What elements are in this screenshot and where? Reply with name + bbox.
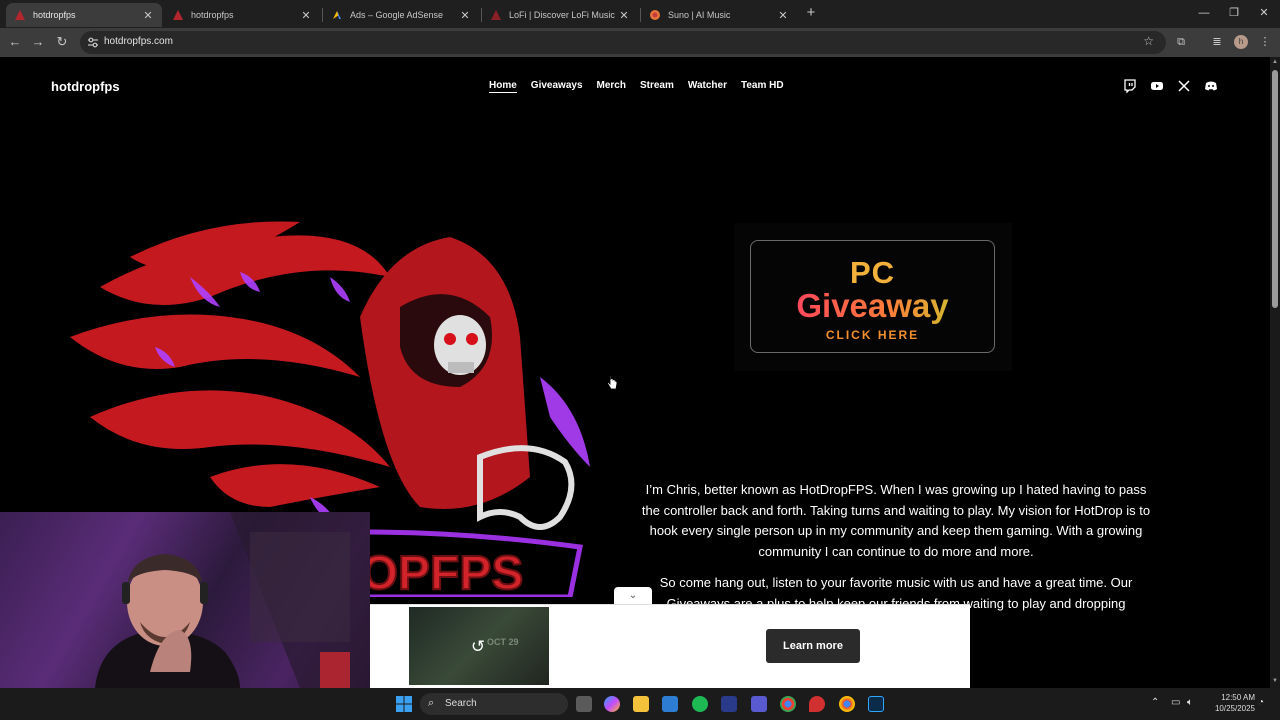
youtube-icon[interactable]: [1150, 79, 1164, 93]
scroll-up-icon[interactable]: ▲: [1271, 59, 1279, 65]
promo-click-here: CLICK HERE: [825, 328, 920, 342]
task-view-icon[interactable]: [576, 696, 592, 712]
promo-line-1: PC: [849, 255, 896, 290]
tab-suno[interactable]: Suno | AI Music ✕: [641, 3, 797, 27]
tab-lofi[interactable]: LoFi | Discover LoFi Music Now ✕: [482, 3, 638, 27]
photoshop-icon[interactable]: [868, 696, 884, 712]
tab-hotdropfps[interactable]: hotdropfps ✕: [164, 3, 320, 27]
network-icon[interactable]: ▭: [1171, 697, 1180, 708]
close-tab-icon[interactable]: ✕: [459, 9, 471, 22]
nav-merch[interactable]: Merch: [597, 80, 626, 93]
nav-home[interactable]: Home: [489, 80, 517, 93]
new-tab-button[interactable]: +: [803, 5, 819, 21]
search-icon: ⌕: [428, 697, 435, 709]
app-diamond-icon[interactable]: [751, 696, 767, 712]
adsense-icon: [333, 11, 341, 19]
browser-toolbar: ← → ↻ hotdropfps.com ☆ ⧉ ≣ ⋮: [0, 28, 1280, 57]
chrome-icon[interactable]: [780, 696, 796, 712]
bookmark-star-icon[interactable]: ☆: [1143, 34, 1154, 48]
ad-collapse-chevron-icon[interactable]: ⌄: [614, 587, 652, 604]
close-window-button[interactable]: ✕: [1253, 4, 1275, 22]
pc-giveaway-banner[interactable]: PC Giveaway CLICK HERE: [750, 240, 995, 353]
back-button[interactable]: ←: [7, 34, 23, 50]
promo-line-2: Giveaway: [751, 287, 994, 325]
close-tab-icon[interactable]: ✕: [777, 9, 789, 22]
nav-giveaways[interactable]: Giveaways: [531, 80, 583, 93]
taskbar-search-label: Search: [445, 698, 477, 709]
taskbar-search[interactable]: ⌕ Search: [420, 693, 568, 715]
ad-banner: ↺ OCT 29 Learn more: [370, 604, 970, 688]
close-tab-icon[interactable]: ✕: [618, 9, 630, 22]
cast-icon[interactable]: ⧉: [1174, 35, 1188, 49]
x-icon[interactable]: [1177, 79, 1191, 93]
replay-icon[interactable]: ↺: [467, 636, 489, 658]
profile-avatar[interactable]: h: [1234, 35, 1248, 49]
tab-title: Ads – Google AdSense: [350, 10, 444, 20]
minimize-button[interactable]: —: [1193, 4, 1215, 22]
tab-adsense[interactable]: Ads – Google AdSense ✕: [323, 3, 479, 27]
forward-button[interactable]: →: [30, 34, 46, 50]
url-text: hotdropfps.com: [104, 36, 173, 47]
maps-pin-icon[interactable]: [809, 696, 825, 712]
restore-button[interactable]: ❐: [1223, 4, 1245, 22]
tab-title: Suno | AI Music: [668, 10, 731, 20]
streamer-video: [95, 512, 370, 688]
tab-title: hotdropfps: [191, 10, 234, 20]
volume-icon[interactable]: 🔈︎: [1187, 697, 1193, 708]
discord-icon[interactable]: [1204, 79, 1218, 93]
address-bar[interactable]: hotdropfps.com ☆: [80, 31, 1166, 54]
page-scrollbar[interactable]: ▲ ▼: [1270, 57, 1280, 688]
lofi-icon: [491, 10, 501, 20]
hand-cursor-icon: [607, 375, 618, 390]
ad-thumb-text: OCT 29: [487, 637, 519, 647]
ad-learn-more-button[interactable]: Learn more: [766, 629, 860, 663]
hotdropfps-icon: [173, 10, 183, 20]
tab-hotdropfps-active[interactable]: hotdropfps ✕: [6, 3, 162, 27]
nav-team-hd[interactable]: Team HD: [741, 80, 784, 93]
ad-video-thumbnail[interactable]: ↺ OCT 29: [409, 607, 549, 685]
twitch-icon[interactable]: [1123, 79, 1137, 93]
tab-strip: hotdropfps ✕ hotdropfps ✕ Ads – Google A…: [0, 0, 1280, 28]
suno-icon: [650, 10, 660, 20]
nav-watcher[interactable]: Watcher: [688, 80, 727, 93]
notification-bell-icon[interactable]: ◔: [1258, 697, 1264, 708]
close-tab-icon[interactable]: ✕: [300, 9, 312, 22]
file-explorer-icon[interactable]: [633, 696, 649, 712]
media-controls-icon[interactable]: ≣: [1210, 35, 1224, 49]
site-settings-icon[interactable]: [87, 37, 99, 48]
windows-start-icon[interactable]: [396, 696, 412, 712]
notepad-icon[interactable]: [662, 696, 678, 712]
reload-button[interactable]: ↻: [54, 34, 70, 50]
tab-title: LoFi | Discover LoFi Music Now: [509, 10, 618, 20]
site-brand[interactable]: hotdropfps: [51, 79, 120, 94]
scroll-down-icon[interactable]: ▼: [1271, 678, 1279, 684]
chrome-profile-icon[interactable]: [839, 696, 855, 712]
nav-stream[interactable]: Stream: [640, 80, 674, 93]
copilot-icon[interactable]: [604, 696, 620, 712]
webcam-overlay: [0, 512, 370, 688]
about-paragraph-1: I’m Chris, better known as HotDropFPS. W…: [641, 482, 1151, 559]
menu-icon[interactable]: ⋮: [1258, 35, 1272, 49]
hotdropfps-icon: [15, 10, 25, 20]
hudfx-icon[interactable]: [721, 696, 737, 712]
clock-date: 10/25/2025: [1214, 704, 1255, 713]
main-nav: Home Giveaways Merch Stream Watcher Team…: [489, 80, 798, 93]
clock-time: 12:50 AM: [1221, 693, 1255, 702]
close-tab-icon[interactable]: ✕: [142, 9, 154, 22]
scroll-thumb[interactable]: [1272, 70, 1278, 308]
tray-chevron-icon[interactable]: ⌃: [1151, 697, 1159, 708]
tab-title: hotdropfps: [33, 10, 76, 20]
about-section: I’m Chris, better known as HotDropFPS. W…: [636, 480, 1156, 614]
spotify-icon[interactable]: [692, 696, 708, 712]
taskbar-clock[interactable]: 12:50 AM 10/25/2025: [1205, 692, 1255, 714]
screen: hotdropfps ✕ hotdropfps ✕ Ads – Google A…: [0, 0, 1280, 720]
windows-taskbar: ⌕ Search ⌃ ▭ 🔈︎ 12:50 AM 10/25/2025 ◔: [0, 688, 1280, 720]
